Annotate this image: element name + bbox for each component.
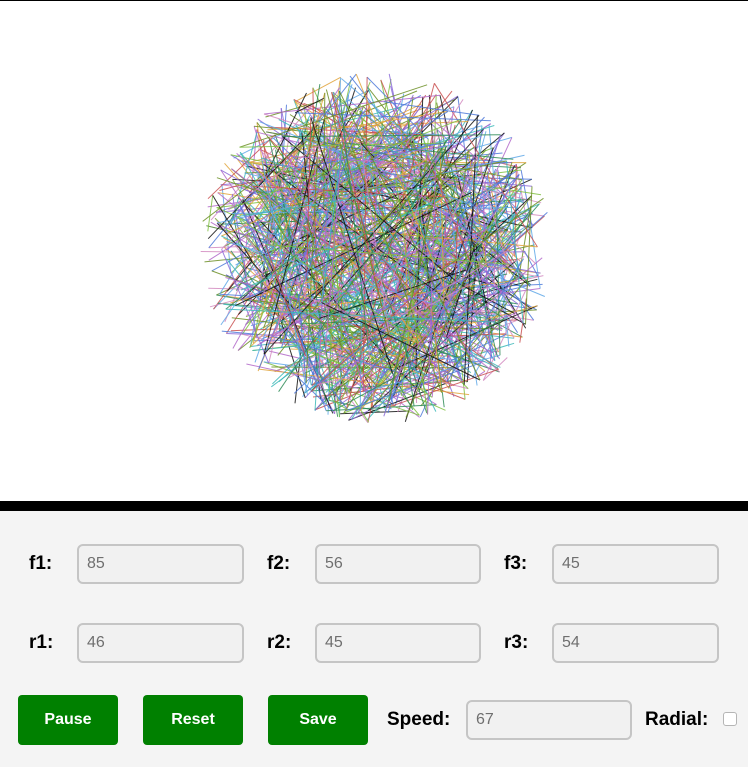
r3-input[interactable] (552, 623, 719, 663)
r2-input[interactable] (315, 623, 481, 663)
f1-label: f1: (29, 553, 53, 574)
radial-checkbox[interactable] (723, 712, 737, 726)
spirograph-drawing (200, 73, 548, 423)
f1-input[interactable] (77, 544, 244, 584)
r1-input[interactable] (77, 623, 244, 663)
f3-label: f3: (504, 553, 528, 574)
f2-label: f2: (267, 553, 291, 574)
radial-label: Radial: (645, 709, 709, 730)
f2-input[interactable] (315, 544, 481, 584)
speed-input[interactable] (466, 700, 632, 740)
r1-label: r1: (29, 632, 54, 653)
pause-button[interactable]: Pause (18, 695, 118, 745)
f3-input[interactable] (552, 544, 719, 584)
save-button[interactable]: Save (268, 695, 368, 745)
canvas-divider (0, 501, 748, 511)
spirograph-stroke (207, 195, 214, 232)
r3-label: r3: (504, 632, 529, 653)
reset-button[interactable]: Reset (143, 695, 243, 745)
drawing-canvas[interactable] (0, 1, 748, 501)
speed-label: Speed: (387, 709, 451, 730)
r2-label: r2: (267, 632, 292, 653)
